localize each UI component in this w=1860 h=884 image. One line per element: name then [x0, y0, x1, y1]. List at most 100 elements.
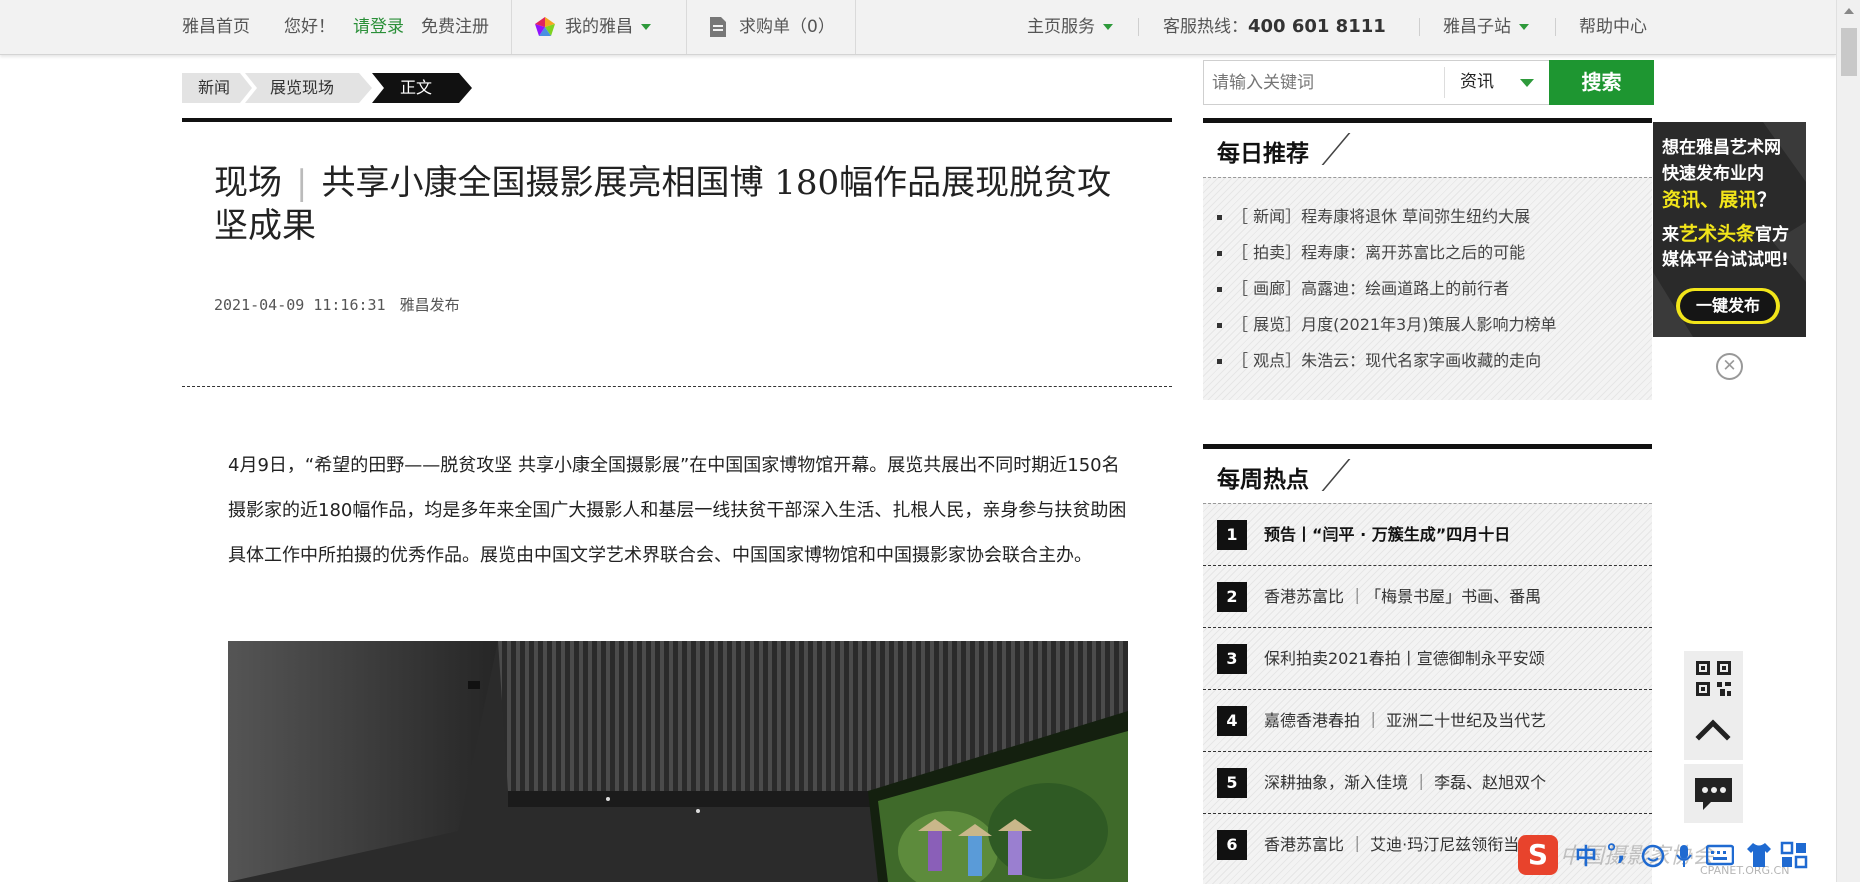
- rank-badge: 6: [1217, 830, 1247, 860]
- nav-divider: [686, 0, 687, 54]
- scroll-up-arrow-icon[interactable]: [1844, 8, 1854, 14]
- vertical-scrollbar[interactable]: [1836, 0, 1860, 882]
- hot-item[interactable]: 5 深耕抽象，渐入佳境 ｜ 李磊、赵旭双个: [1203, 752, 1652, 814]
- title-divider: |: [296, 163, 308, 203]
- hot-item-title: 预告丨“闫平 · 万簇生成”四月十日: [1264, 525, 1511, 544]
- rank-badge: 2: [1217, 582, 1247, 612]
- breadcrumb-item-current: 正文: [372, 73, 472, 103]
- back-to-top-button[interactable]: [1684, 701, 1743, 760]
- search-button[interactable]: 搜索: [1549, 60, 1654, 105]
- article-publisher: 雅昌发布: [399, 296, 460, 314]
- sogou-logo-icon[interactable]: S: [1518, 835, 1558, 875]
- item-tag: ［ 展览］: [1232, 315, 1302, 334]
- chevron-down-icon: [641, 24, 651, 30]
- item-tag: ［ 新闻］: [1232, 207, 1302, 226]
- item-tag: ［ 画廊］: [1232, 279, 1302, 298]
- breadcrumb-label: 新闻: [198, 78, 231, 97]
- hot-item[interactable]: 3 保利拍卖2021春拍丨宣德御制永平安颂: [1203, 628, 1652, 690]
- item-tag: ［ 观点］: [1232, 351, 1302, 370]
- keyboard-icon[interactable]: [1706, 843, 1734, 867]
- chevron-down-icon[interactable]: [1520, 79, 1534, 87]
- item-title: 月度(2021年3月)策展人影响力榜单: [1301, 315, 1557, 334]
- nav-home-link[interactable]: 雅昌首页: [182, 0, 250, 54]
- top-navigation-bar: 雅昌首页 您好！ 请登录 免费注册 我的雅昌 求购单（0） 主页服务 客服热线：…: [0, 0, 1836, 55]
- list-item[interactable]: ［ 观点］朱浩云：现代名家字画收藏的走向: [1217, 347, 1541, 371]
- advertisement-banner[interactable]: 想在雅昌艺术网 快速发布业内 资讯、展讯？ 来艺术头条官方 媒体平台试试吧! 一…: [1653, 122, 1806, 337]
- hot-item[interactable]: 2 香港苏富比 ｜「梅景书屋」书画、番禺: [1203, 566, 1652, 628]
- weekly-hot-heading: 每周热点: [1217, 467, 1309, 493]
- daily-recommend-panel: 每日推荐 ［ 新闻］程寿康将退休 草间弥生纽约大展 ［ 拍卖］程寿康：离开苏富比…: [1203, 118, 1652, 400]
- breadcrumb-label: 展览现场: [270, 78, 335, 97]
- bullet-icon: [1217, 359, 1222, 364]
- article-divider: [182, 386, 1172, 387]
- chevron-down-icon: [1103, 24, 1113, 30]
- item-tag: ［ 拍卖］: [1232, 243, 1302, 262]
- item-title: 程寿康：离开苏富比之后的可能: [1301, 243, 1526, 262]
- title-tag: 现场: [214, 163, 282, 203]
- ad-line-3: 资讯、展讯？: [1662, 188, 1776, 212]
- scrollbar-thumb[interactable]: [1841, 28, 1857, 76]
- help-center-link[interactable]: 帮助中心: [1579, 0, 1647, 54]
- document-icon: [710, 17, 726, 37]
- greeting-text: 您好！: [284, 17, 335, 37]
- chevron-down-icon: [1519, 24, 1529, 30]
- rank-badge: 3: [1217, 644, 1247, 674]
- cart-label: 求购单（0）: [739, 17, 835, 37]
- ad-line-1: 想在雅昌艺术网: [1662, 138, 1781, 158]
- ime-punctuation-toggle[interactable]: °,: [1606, 841, 1625, 866]
- article-title: 现场 | 共享小康全国摄影展亮相国博 180幅作品展现脱贫攻坚成果: [214, 162, 1144, 248]
- search-bar: 资讯 搜索: [1203, 60, 1654, 105]
- search-category-select[interactable]: 资讯: [1460, 61, 1494, 104]
- ad-publish-button[interactable]: 一键发布: [1676, 288, 1780, 324]
- substations-menu[interactable]: 雅昌子站: [1443, 0, 1529, 54]
- article-datetime: 2021-04-09 11:16:31: [214, 296, 386, 314]
- feedback-button[interactable]: [1684, 764, 1743, 823]
- list-item[interactable]: ［ 画廊］高露迪：绘画道路上的前行者: [1217, 275, 1509, 299]
- hot-item[interactable]: 4 嘉德香港春拍 ｜ 亚洲二十世纪及当代艺: [1203, 690, 1652, 752]
- weekly-hot-list: 1 预告丨“闫平 · 万簇生成”四月十日 2 香港苏富比 ｜「梅景书屋」书画、番…: [1203, 503, 1652, 884]
- bullet-icon: [1217, 287, 1222, 292]
- hotline-label: 客服热线：: [1163, 17, 1248, 37]
- hot-item-title: 嘉德香港春拍 ｜ 亚洲二十世纪及当代艺: [1264, 711, 1547, 730]
- hot-item-title: 香港苏富比 ｜「梅景书屋」书画、番禺: [1264, 587, 1542, 606]
- substations-label: 雅昌子站: [1443, 17, 1511, 37]
- list-item[interactable]: ［ 拍卖］程寿康：离开苏富比之后的可能: [1217, 239, 1525, 263]
- nav-divider: [511, 0, 512, 54]
- slash-decoration: [1321, 459, 1351, 491]
- hotline: 客服热线：400 601 8111: [1163, 0, 1386, 54]
- search-divider: [1444, 67, 1445, 98]
- ad-line-2: 快速发布业内: [1662, 164, 1764, 184]
- close-icon[interactable]: ✕: [1716, 353, 1743, 380]
- hot-item[interactable]: 1 预告丨“闫平 · 万簇生成”四月十日: [1203, 504, 1652, 566]
- hot-item-title: 深耕抽象，渐入佳境 ｜ 李磊、赵旭双个: [1264, 773, 1547, 792]
- item-title: 朱浩云：现代名家字画收藏的走向: [1301, 351, 1542, 370]
- bullet-icon: [1217, 251, 1222, 256]
- register-link[interactable]: 免费注册: [421, 0, 489, 54]
- skin-shirt-icon[interactable]: [1746, 841, 1772, 869]
- nav-divider: [855, 0, 856, 54]
- login-link[interactable]: 请登录: [353, 0, 404, 54]
- my-artron-menu[interactable]: 我的雅昌: [533, 0, 651, 54]
- ad-line-4: 来艺术头条官方: [1662, 222, 1789, 247]
- cart-link[interactable]: 求购单（0）: [709, 0, 835, 54]
- exhibition-hall-image: [228, 641, 1128, 882]
- breadcrumb-item-exhibition-scene[interactable]: 展览现场: [245, 73, 372, 103]
- microphone-icon[interactable]: [1674, 843, 1694, 869]
- hot-item-title: 香港苏富比 ｜ 艾迪·玛汀尼兹领衔当: [1264, 835, 1520, 854]
- chat-bubble-icon: [1695, 778, 1732, 810]
- breadcrumb-item-news[interactable]: 新闻: [182, 73, 252, 103]
- daily-recommend-list: ［ 新闻］程寿康将退休 草间弥生纽约大展 ［ 拍卖］程寿康：离开苏富比之后的可能…: [1203, 177, 1652, 400]
- emoji-icon[interactable]: [1640, 843, 1666, 869]
- search-input[interactable]: [1206, 63, 1450, 102]
- input-method-toolbar: S 中 °,: [1518, 833, 1836, 877]
- exhibition-photo: [228, 641, 1128, 882]
- home-service-menu[interactable]: 主页服务: [1027, 0, 1113, 54]
- toolbox-grid-icon[interactable]: [1780, 841, 1808, 869]
- bullet-icon: [1217, 215, 1222, 220]
- rank-badge: 1: [1217, 520, 1247, 550]
- ime-language-toggle[interactable]: 中: [1575, 839, 1597, 871]
- list-item[interactable]: ［ 展览］月度(2021年3月)策展人影响力榜单: [1217, 311, 1556, 335]
- nav-divider: [1419, 18, 1420, 36]
- item-title: 高露迪：绘画道路上的前行者: [1301, 279, 1510, 298]
- list-item[interactable]: ［ 新闻］程寿康将退休 草间弥生纽约大展: [1217, 203, 1530, 227]
